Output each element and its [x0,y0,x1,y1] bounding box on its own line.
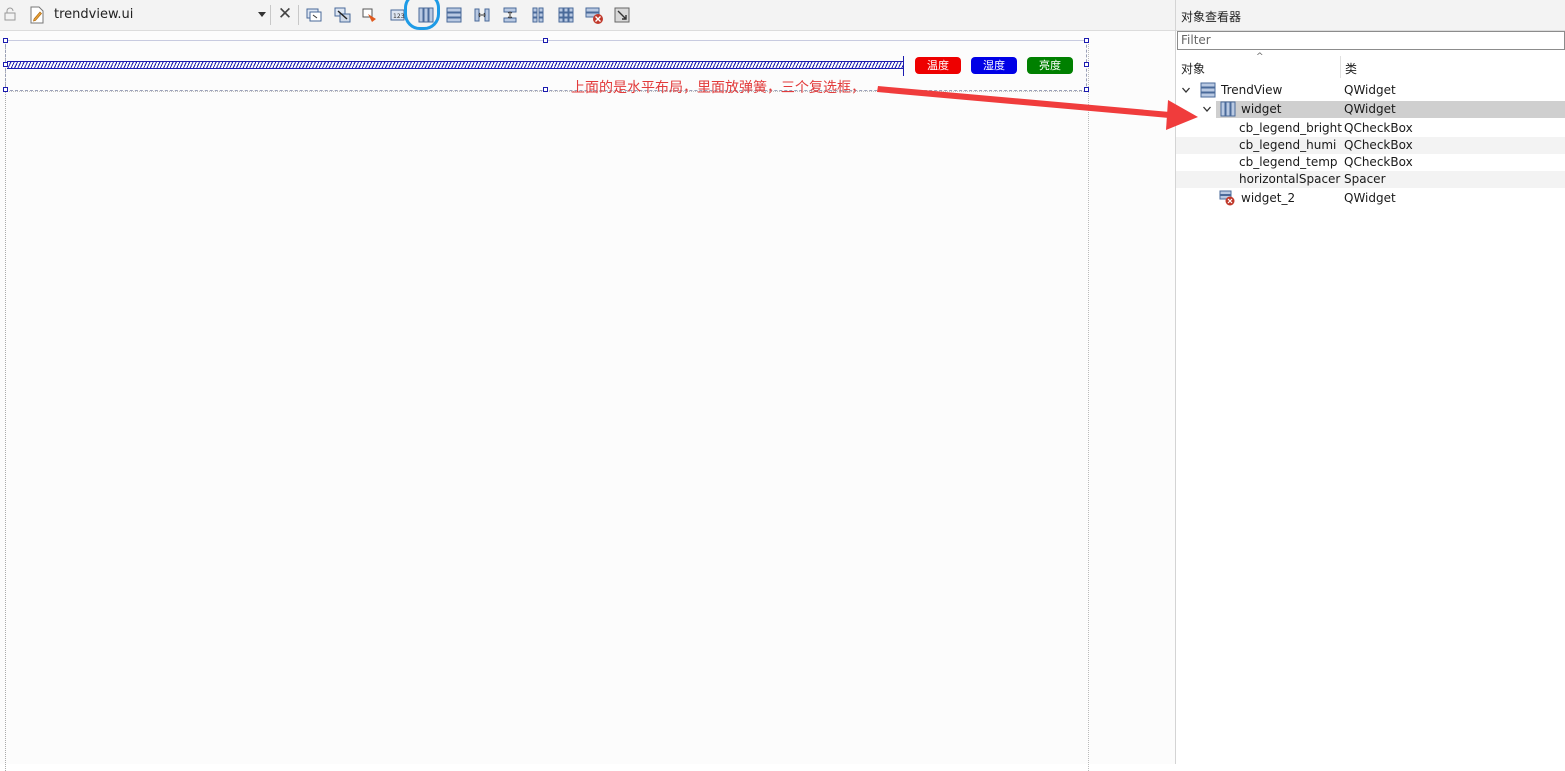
layout-horizontal-splitter-icon[interactable] [472,5,492,25]
break-layout-icon[interactable] [584,5,604,25]
chevron-down-icon[interactable] [258,12,266,17]
tree-item-name: cb_legend_humi [1239,138,1337,152]
edit-signals-slots-icon[interactable] [332,5,352,25]
tree-item-name: widget [1241,102,1282,116]
column-separator [1340,56,1341,78]
tree-item-class: QWidget [1344,102,1396,116]
close-icon[interactable]: ✕ [277,6,293,24]
edit-buddies-icon[interactable] [360,5,380,25]
toolbar-separator [298,5,299,25]
cb-legend-humi[interactable]: 湿度 [971,57,1017,74]
chevron-down-icon[interactable] [1182,86,1190,94]
chevron-down-icon[interactable] [1203,105,1211,113]
break-layout-icon [1219,190,1235,206]
svg-text:123: 123 [393,13,405,20]
tree-item-name: cb_legend_bright [1239,121,1342,135]
resize-handle[interactable] [543,87,548,92]
cb-legend-bright[interactable]: 亮度 [1027,57,1073,74]
resize-handle[interactable] [3,62,8,67]
tree-item-name: cb_legend_temp [1239,155,1338,169]
layout-grid-icon[interactable] [556,5,576,25]
layout-vertical-splitter-icon[interactable] [500,5,520,25]
toolbar-separator [270,5,271,25]
resize-handle[interactable] [3,38,8,43]
tree-item-class: QCheckBox [1344,138,1413,152]
highlight-circle-annotation [404,0,440,30]
tree-row-trendview[interactable]: TrendView QWidget [1176,82,1565,99]
tree-row-horizontal-spacer[interactable]: horizontalSpacer Spacer [1176,171,1565,188]
layout-vertical-icon[interactable] [444,5,464,25]
tree-item-name: horizontalSpacer [1239,172,1341,186]
adjust-size-icon[interactable] [612,5,632,25]
resize-handle[interactable] [543,38,548,43]
spacer-end-marker [903,56,904,76]
tree-row-cb-legend-bright[interactable]: cb_legend_bright QCheckBox [1176,120,1565,137]
filter-input[interactable]: Filter [1177,31,1565,50]
resize-handle[interactable] [1084,38,1089,43]
tree-row-widget[interactable]: widget QWidget [1203,101,1565,118]
tree-item-class: QCheckBox [1344,155,1413,169]
tree-item-class: Spacer [1344,172,1386,186]
object-inspector-panel: 对象查看器 Filter ^ 对象 类 TrendView QWidget wi… [1175,0,1565,764]
resize-handle[interactable] [1084,87,1089,92]
tree-item-name: widget_2 [1241,191,1296,205]
resize-handle[interactable] [3,87,8,92]
horizontal-spacer[interactable] [7,61,903,69]
open-file-name[interactable]: trendview.ui [54,7,133,22]
cb-legend-temp[interactable]: 温度 [915,57,961,74]
lock-icon[interactable] [3,7,17,21]
sort-indicator-icon: ^ [1256,52,1264,62]
tree-row-cb-legend-temp[interactable]: cb_legend_temp QCheckBox [1176,154,1565,171]
form-canvas[interactable]: 温度 湿度 亮度 上面的是水平布局，里面放弹簧，三个复选框， [0,31,1175,771]
vertical-layout-icon [1200,82,1216,98]
tree-item-class: QWidget [1344,191,1396,205]
edit-widgets-icon[interactable] [304,5,324,25]
ui-file-icon [30,6,44,24]
tree-row-cb-legend-humi[interactable]: cb_legend_humi QCheckBox [1176,137,1565,154]
tree-item-class: QCheckBox [1344,121,1413,135]
tree-item-name: TrendView [1221,83,1283,97]
form-editor-toolbar: trendview.ui ✕ 123 [0,0,1175,31]
column-header-class[interactable]: 类 [1345,60,1357,77]
column-header-object[interactable]: 对象 [1181,60,1205,77]
trendview-form[interactable] [5,41,1089,771]
tree-row-widget-2[interactable]: widget_2 QWidget [1176,190,1565,207]
layout-form-icon[interactable] [528,5,548,25]
panel-title: 对象查看器 [1181,10,1242,24]
annotation-text: 上面的是水平布局，里面放弹簧，三个复选框， [571,80,865,96]
horizontal-layout-icon [1220,101,1236,117]
resize-handle[interactable] [1084,62,1089,67]
tree-item-class: QWidget [1344,83,1396,97]
